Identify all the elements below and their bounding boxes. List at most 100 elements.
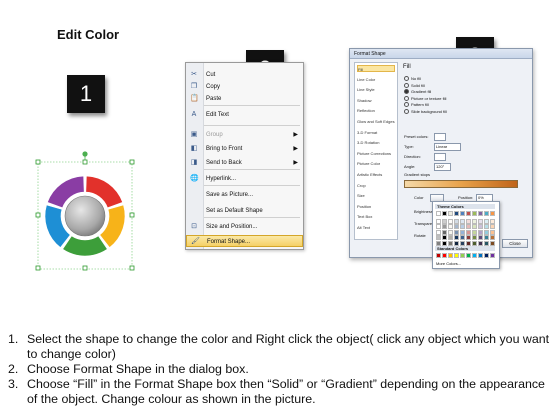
menu-item-set-as-default-shape[interactable]: Set as Default Shape <box>186 205 303 217</box>
theme-color-swatch[interactable] <box>460 218 465 224</box>
nav-item-artistic-effects[interactable]: Artistic Effects <box>357 171 395 178</box>
theme-color-swatch[interactable] <box>484 235 489 240</box>
nav-item-fill[interactable]: Fill <box>357 65 395 72</box>
theme-color-swatch[interactable] <box>436 224 441 229</box>
theme-color-swatch[interactable] <box>490 235 495 240</box>
theme-color-swatch[interactable] <box>472 229 477 235</box>
theme-color-swatch[interactable] <box>478 224 483 229</box>
theme-color-swatch[interactable] <box>448 235 453 240</box>
theme-color-swatch[interactable] <box>442 235 447 240</box>
theme-color-swatch[interactable] <box>466 211 471 216</box>
theme-color-swatch[interactable] <box>478 218 483 224</box>
theme-color-swatch[interactable] <box>472 235 477 240</box>
nav-item-glow-and-soft-edges[interactable]: Glow and Soft Edges <box>357 118 395 125</box>
nav-item-3-d-format[interactable]: 3-D Format <box>357 129 395 136</box>
theme-color-swatch[interactable] <box>490 224 495 229</box>
theme-color-swatch[interactable] <box>484 229 489 235</box>
fill-option-slide-background-fill[interactable]: Slide background fill <box>404 109 447 114</box>
nav-item-crop[interactable]: Crop <box>357 182 395 189</box>
standard-color-swatch[interactable] <box>448 253 453 258</box>
theme-color-swatch[interactable] <box>454 240 459 246</box>
nav-item-alt-text[interactable]: Alt Text <box>357 224 395 231</box>
menu-item-send-to-back[interactable]: ◨ Send to Back ▶ <box>186 157 303 169</box>
nav-item-3-d-rotation[interactable]: 3-D Rotation <box>357 139 395 146</box>
theme-color-swatch[interactable] <box>442 229 447 235</box>
theme-color-swatch[interactable] <box>454 224 459 229</box>
theme-color-swatch[interactable] <box>490 211 495 216</box>
standard-color-swatch[interactable] <box>460 253 465 258</box>
theme-color-swatch[interactable] <box>436 235 441 240</box>
menu-item-bring-to-front[interactable]: ◧ Bring to Front ▶ <box>186 143 303 155</box>
theme-color-swatch[interactable] <box>472 218 477 224</box>
theme-color-swatch[interactable] <box>442 224 447 229</box>
theme-color-swatch[interactable] <box>472 224 477 229</box>
theme-color-swatch[interactable] <box>442 211 447 216</box>
theme-color-swatch[interactable] <box>448 218 453 224</box>
theme-color-swatch[interactable] <box>490 218 495 224</box>
theme-color-swatch[interactable] <box>472 211 477 216</box>
menu-item-save-as-picture[interactable]: Save as Picture... <box>186 189 303 201</box>
nav-item-position[interactable]: Position <box>357 203 395 210</box>
menu-item-edit-text[interactable]: A Edit Text <box>186 109 303 121</box>
theme-color-swatch[interactable] <box>484 218 489 224</box>
theme-color-swatch[interactable] <box>484 224 489 229</box>
direction-dropdown[interactable] <box>434 153 446 161</box>
theme-color-swatch[interactable] <box>436 211 441 216</box>
theme-color-swatch[interactable] <box>466 229 471 235</box>
theme-color-swatch[interactable] <box>448 229 453 235</box>
theme-color-swatch[interactable] <box>454 229 459 235</box>
theme-color-swatch[interactable] <box>466 224 471 229</box>
menu-item-size-and-position[interactable]: ⊡ Size and Position... <box>186 221 303 233</box>
theme-color-swatch[interactable] <box>460 240 465 246</box>
theme-color-swatch[interactable] <box>460 224 465 229</box>
theme-color-swatch[interactable] <box>460 211 465 216</box>
angle-input[interactable]: 120° <box>434 163 451 171</box>
gradient-stops-bar[interactable] <box>404 180 518 188</box>
theme-color-swatch[interactable] <box>454 211 459 216</box>
nav-item-reflection[interactable]: Reflection <box>357 107 395 114</box>
theme-color-swatch[interactable] <box>478 240 483 246</box>
fill-option-picture-or-texture-fill[interactable]: Picture or texture fill <box>404 96 446 101</box>
theme-color-swatch[interactable] <box>460 235 465 240</box>
standard-color-swatch[interactable] <box>484 253 489 258</box>
type-dropdown[interactable]: Linear <box>434 143 461 151</box>
preset-colors-dropdown[interactable] <box>434 133 446 141</box>
theme-color-swatch[interactable] <box>484 240 489 246</box>
menu-item-group[interactable]: ▣ Group ▶ <box>186 129 303 141</box>
nav-item-line-style[interactable]: Line Style <box>357 86 395 93</box>
theme-color-swatch[interactable] <box>490 240 495 246</box>
standard-color-swatch[interactable] <box>478 253 483 258</box>
fill-option-no-fill[interactable]: No fill <box>404 76 421 82</box>
fill-option-pattern-fill[interactable]: Pattern fill <box>404 102 429 108</box>
theme-color-swatch[interactable] <box>436 240 441 246</box>
theme-color-swatch[interactable] <box>478 229 483 235</box>
theme-color-swatch[interactable] <box>484 211 489 216</box>
menu-item-copy[interactable]: ❐ Copy <box>186 81 303 93</box>
theme-color-swatch[interactable] <box>436 229 441 235</box>
theme-color-swatch[interactable] <box>466 235 471 240</box>
theme-color-swatch[interactable] <box>448 211 453 216</box>
theme-color-swatch[interactable] <box>460 229 465 235</box>
nav-item-shadow[interactable]: Shadow <box>357 97 395 104</box>
theme-color-swatch[interactable] <box>466 218 471 224</box>
theme-color-swatch[interactable] <box>490 229 495 235</box>
theme-color-swatch[interactable] <box>478 211 483 216</box>
theme-color-swatch[interactable] <box>448 240 453 246</box>
close-button[interactable]: Close <box>502 239 528 248</box>
standard-color-swatch[interactable] <box>436 253 441 258</box>
theme-color-swatch[interactable] <box>442 240 447 246</box>
menu-item-hyperlink[interactable]: 🌐 Hyperlink... <box>186 173 303 185</box>
standard-color-swatch[interactable] <box>466 253 471 258</box>
nav-item-size[interactable]: Size <box>357 192 395 199</box>
theme-color-swatch[interactable] <box>442 218 447 224</box>
theme-color-swatch[interactable] <box>448 224 453 229</box>
more-colors-link[interactable]: More Colors... <box>436 261 461 266</box>
standard-color-swatch[interactable] <box>454 253 459 258</box>
nav-item-line-color[interactable]: Line Color <box>357 76 395 83</box>
fill-option-solid-fill[interactable]: Solid fill <box>404 83 425 88</box>
theme-color-swatch[interactable] <box>466 240 471 246</box>
ring-segment-3[interactable] <box>62 235 108 257</box>
standard-color-swatch[interactable] <box>472 253 477 258</box>
fill-option-gradient-fill[interactable]: Gradient fill <box>404 89 431 95</box>
standard-color-swatch[interactable] <box>442 253 447 258</box>
